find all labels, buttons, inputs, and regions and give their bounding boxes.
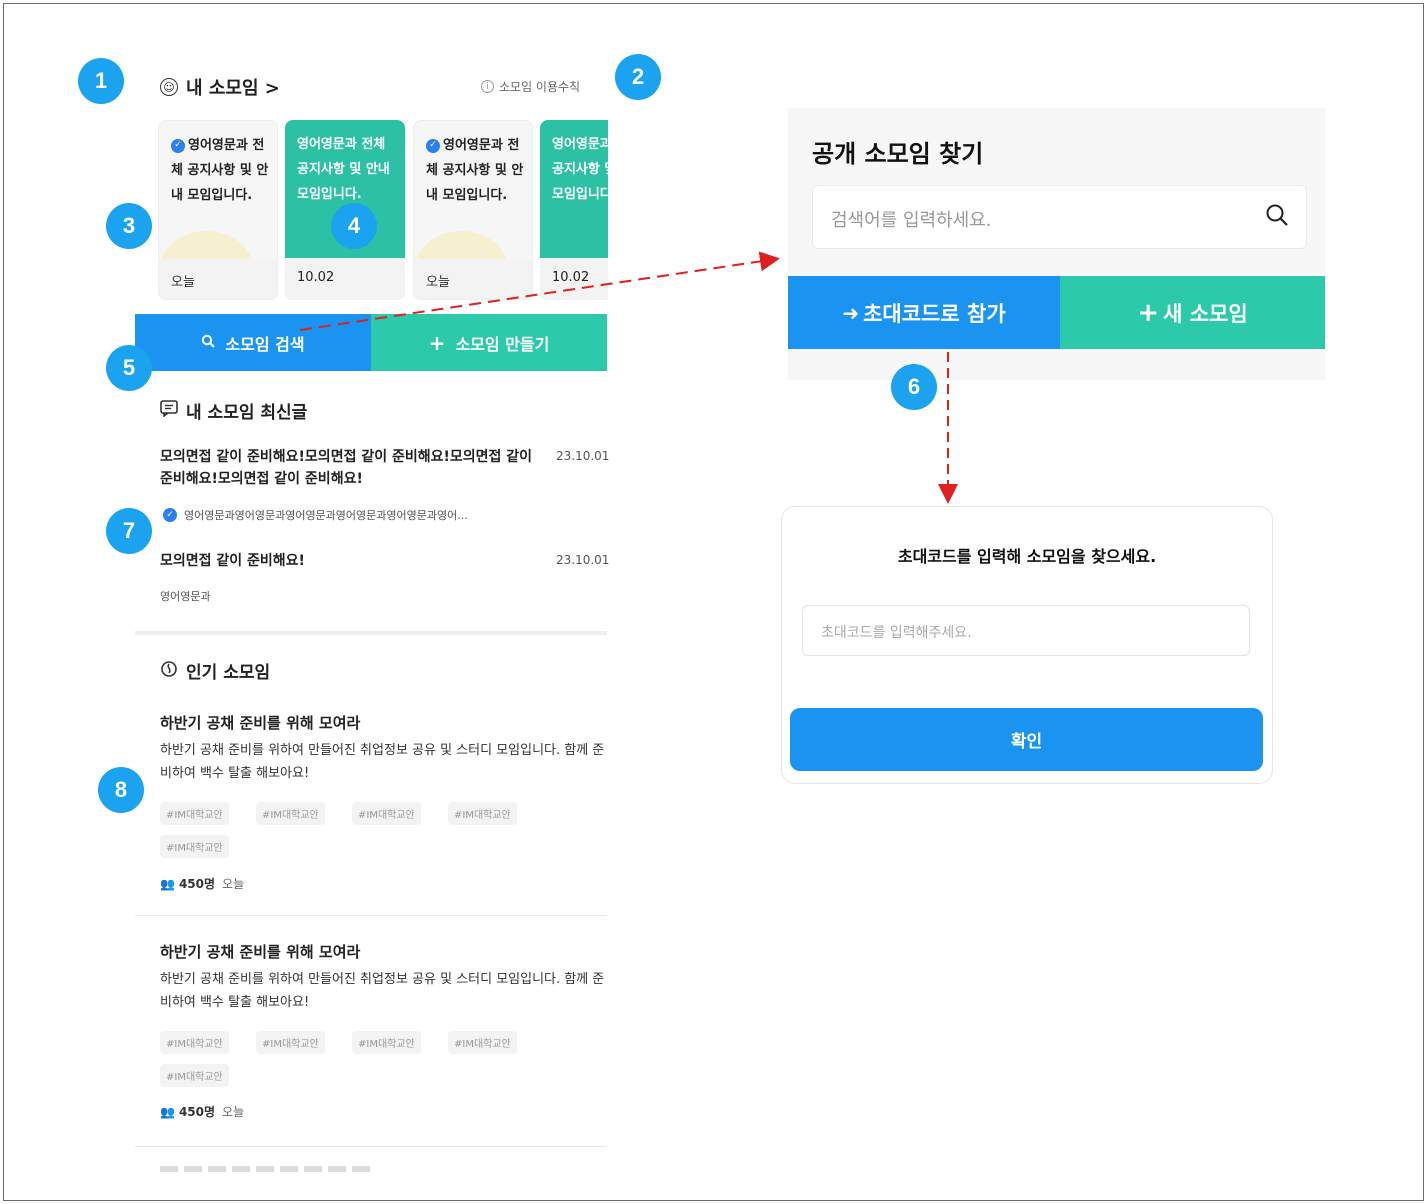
arrow-to-search-panel bbox=[299, 251, 780, 331]
annotation-arrows bbox=[299, 251, 958, 504]
annotation-badge-4: 4 bbox=[331, 203, 377, 249]
annotation-badge-6: 6 bbox=[891, 364, 937, 410]
annotation-badge-7: 7 bbox=[106, 508, 152, 554]
annotation-badge-8: 8 bbox=[98, 767, 144, 813]
annotation-badge-3: 3 bbox=[106, 203, 152, 249]
annotation-badge-2: 2 bbox=[615, 54, 661, 100]
annotation-badge-1: 1 bbox=[78, 58, 124, 104]
annotation-badge-5: 5 bbox=[106, 345, 152, 391]
